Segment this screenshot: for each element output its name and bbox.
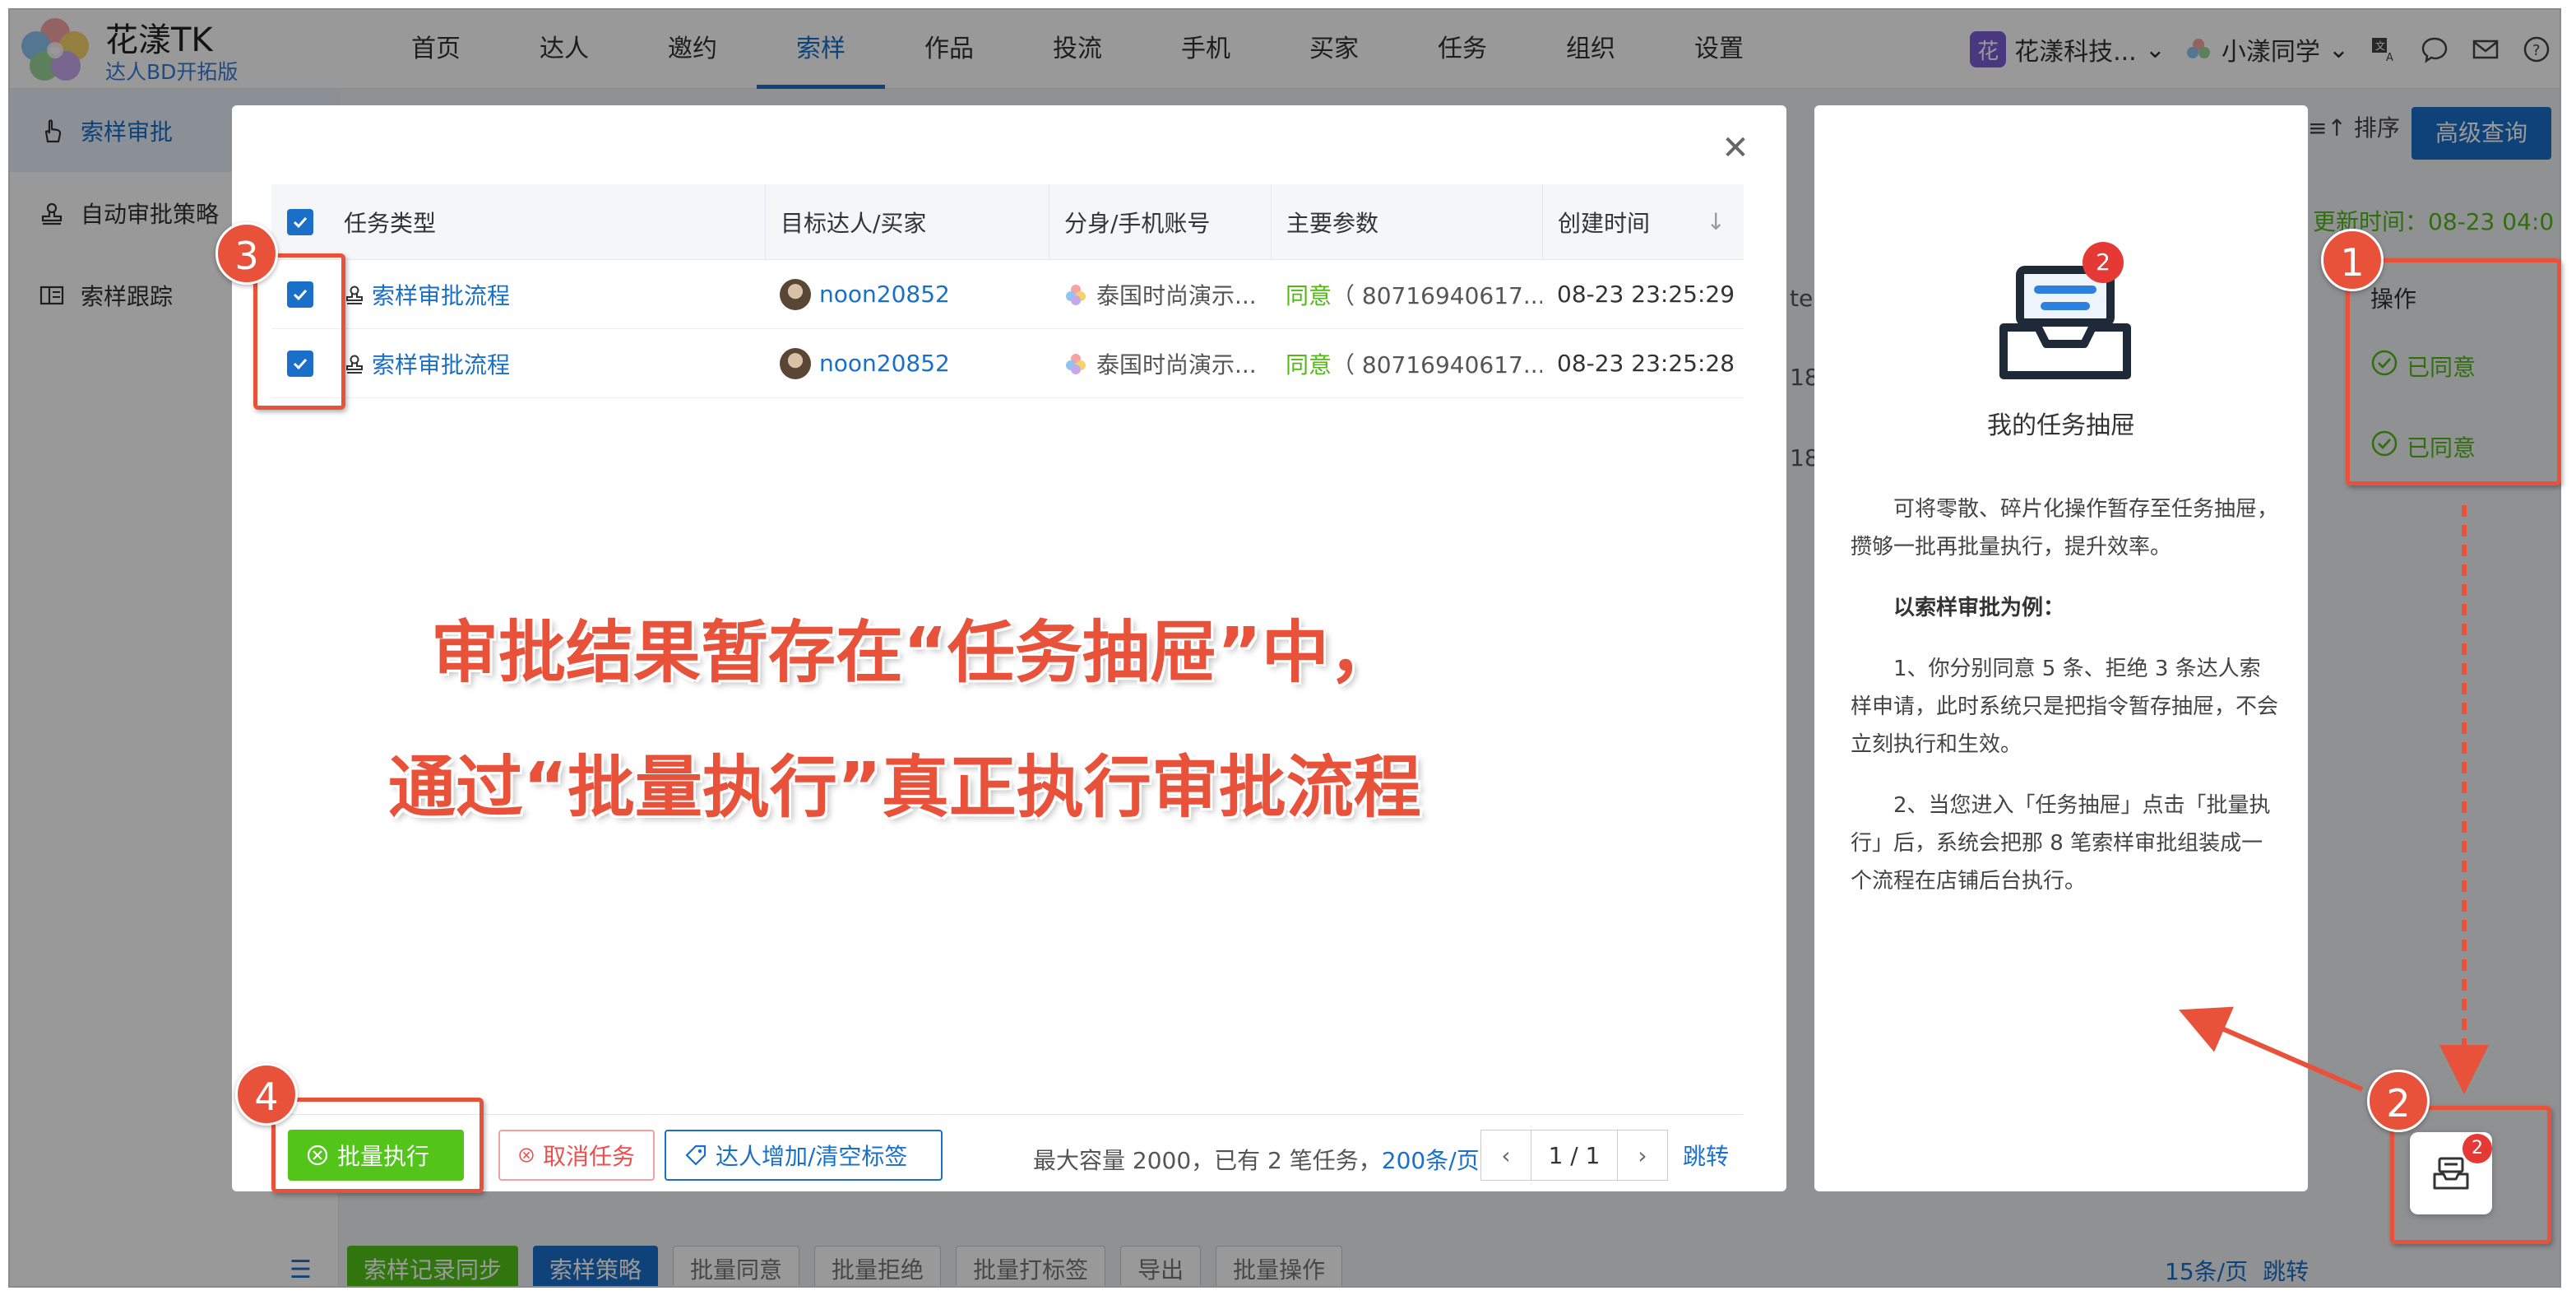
params-cell: 同意 （ 80716940617... <box>1271 329 1542 397</box>
callout-2: 2 <box>2367 1070 2430 1132</box>
created-time: 08-23 23:25:29 <box>1557 281 1735 308</box>
avatar <box>780 278 811 310</box>
sort-arrow-icon: ↓ <box>1706 208 1726 235</box>
column-header-account: 分身/手机账号 <box>1049 184 1271 259</box>
page-size-select[interactable]: 200条/页 <box>1382 1147 1480 1174</box>
drawer-description: 可将零散、碎片化操作暂存至任务抽屉，攒够一批再批量执行，提升效率。 以索样审批为… <box>1851 490 2278 923</box>
callout-4: 4 <box>235 1063 298 1126</box>
column-header-target: 目标达人/买家 <box>765 184 1049 259</box>
task-table: 任务类型 目标达人/买家 分身/手机账号 主要参数 创建时间 ↓ 索样审批流程 … <box>271 184 1744 398</box>
modal-footer: 批量执行 取消任务 达人增加/清空标签 最大容量 2000，已有 2 笔任务，2… <box>271 1114 1744 1190</box>
annotation-headline-1: 审批结果暂存在“任务抽屉”中， <box>431 614 1397 692</box>
stamp-icon <box>346 355 363 374</box>
table-row: 索样审批流程 noon20852 泰国时尚演示... 同意 （ 80716940… <box>271 329 1744 398</box>
checkbox-checked-icon <box>287 208 313 235</box>
close-icon[interactable]: ✕ <box>1719 132 1752 165</box>
account-name: 泰国时尚演示... <box>1096 281 1257 309</box>
param-value: （ 80716940617... <box>1332 281 1542 309</box>
drawer-title: 我的任务抽屉 <box>1987 411 2135 440</box>
highlight-box-batch-execute <box>271 1098 484 1193</box>
column-header-created[interactable]: 创建时间 ↓ <box>1542 184 1744 259</box>
account-name: 泰国时尚演示... <box>1096 351 1257 378</box>
account-logo-icon <box>1066 284 1086 305</box>
drawer-count-badge: 2 <box>2083 242 2124 283</box>
tag-icon <box>685 1144 707 1166</box>
pagination: ‹ 1 / 1 › 跳转 <box>1480 1130 1729 1181</box>
target-link[interactable]: noon20852 <box>819 281 950 308</box>
callout-3: 3 <box>215 222 278 285</box>
param-status: 同意 <box>1286 351 1332 378</box>
task-type-link[interactable]: 索样审批流程 <box>372 278 510 311</box>
capacity-info: 最大容量 2000，已有 2 笔任务，200条/页 <box>1033 1147 1480 1174</box>
jump-link[interactable]: 跳转 <box>1683 1139 1729 1172</box>
task-type-cell: 索样审批流程 <box>329 260 765 328</box>
param-status: 同意 <box>1286 281 1332 309</box>
table-header: 任务类型 目标达人/买家 分身/手机账号 主要参数 创建时间 ↓ <box>271 184 1744 260</box>
params-cell: 同意 （ 80716940617... <box>1271 260 1542 328</box>
drawer-inbox-icon <box>1999 266 2131 379</box>
task-type-link[interactable]: 索样审批流程 <box>372 347 510 380</box>
account-cell: 泰国时尚演示... <box>1049 260 1271 328</box>
annotation-headline-2: 通过“批量执行”真正执行审批流程 <box>388 749 1421 827</box>
next-page-button[interactable]: › <box>1617 1130 1668 1181</box>
column-header-params: 主要参数 <box>1271 184 1542 259</box>
param-value: （ 80716940617... <box>1332 351 1542 378</box>
task-type-cell: 索样审批流程 <box>329 329 765 397</box>
page-indicator: 1 / 1 <box>1531 1130 1617 1181</box>
drawer-example-heading: 以索样审批为例： <box>1893 596 2065 620</box>
table-row: 索样审批流程 noon20852 泰国时尚演示... 同意 （ 80716940… <box>271 260 1744 329</box>
avatar <box>780 347 811 379</box>
cancel-circle-icon <box>519 1148 534 1163</box>
drawer-paragraph: 可将零散、碎片化操作暂存至任务抽屉，攒够一批再批量执行，提升效率。 <box>1851 497 2279 559</box>
target-link[interactable]: noon20852 <box>819 350 950 377</box>
target-cell: noon20852 <box>765 329 1049 397</box>
drawer-paragraph: 1、你分别同意 5 条、拒绝 3 条达人索样申请，此时系统只是把指令暂存抽屉，不… <box>1851 657 2279 757</box>
select-all-checkbox[interactable] <box>271 184 329 259</box>
prev-page-button[interactable]: ‹ <box>1480 1130 1531 1181</box>
drawer-paragraph: 2、当您进入「任务抽屉」点击「批量执行」后，系统会把那 8 笔索样审批组装成一个… <box>1851 793 2271 894</box>
column-header-task-type: 任务类型 <box>344 209 437 237</box>
account-cell: 泰国时尚演示... <box>1049 329 1271 397</box>
callout-1: 1 <box>2321 229 2384 291</box>
account-logo-icon <box>1066 353 1086 374</box>
highlight-box-approved <box>2346 258 2561 485</box>
target-cell: noon20852 <box>765 260 1049 328</box>
created-time: 08-23 23:25:28 <box>1557 350 1735 377</box>
stamp-icon <box>346 286 363 304</box>
tag-manage-button[interactable]: 达人增加/清空标签 <box>665 1130 943 1181</box>
cancel-task-button[interactable]: 取消任务 <box>498 1130 655 1181</box>
